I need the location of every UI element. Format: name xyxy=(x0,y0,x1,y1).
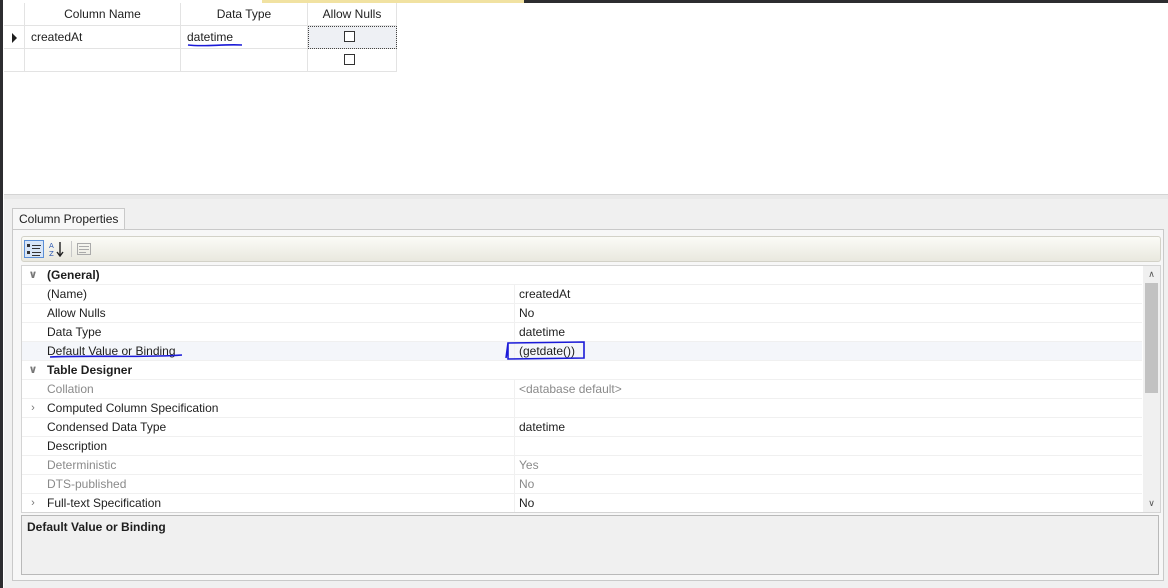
allow-nulls-header[interactable]: Allow Nulls xyxy=(308,3,397,26)
row-selector[interactable] xyxy=(4,49,25,72)
alphabetical-button[interactable]: A Z xyxy=(47,240,67,258)
category-label: (General) xyxy=(47,268,100,282)
property-row-condensed-type[interactable]: Condensed Data Type datetime xyxy=(22,418,1142,437)
default-value-input[interactable]: (getdate()) xyxy=(514,342,1142,361)
property-name: Computed Column Specification xyxy=(47,401,219,415)
property-name: Full-text Specification xyxy=(47,496,162,510)
property-name: Collation xyxy=(47,382,94,396)
property-name: Allow Nulls xyxy=(47,306,106,320)
tab-body: A Z ∨ (General) (Name) createdAt Allow N… xyxy=(12,229,1164,581)
description-title: Default Value or Binding xyxy=(27,520,166,534)
property-pages-button[interactable] xyxy=(74,240,94,258)
property-row-description[interactable]: Description xyxy=(22,437,1142,456)
property-row-name[interactable]: (Name) createdAt xyxy=(22,285,1142,304)
property-value[interactable]: Yes xyxy=(514,456,1142,475)
property-row-deterministic[interactable]: Deterministic Yes xyxy=(22,456,1142,475)
property-row-computed-column[interactable]: › Computed Column Specification xyxy=(22,399,1142,418)
property-grid: ∨ (General) (Name) createdAt Allow Nulls… xyxy=(21,265,1161,513)
property-row-allow-nulls[interactable]: Allow Nulls No xyxy=(22,304,1142,323)
chevron-down-icon[interactable]: ∨ xyxy=(26,266,40,285)
column-properties-panel: Column Properties A Z ∨ (General) (Name)… xyxy=(4,199,1168,588)
description-pane: Default Value or Binding xyxy=(21,515,1159,575)
categorized-button[interactable] xyxy=(24,240,44,258)
category-label: Table Designer xyxy=(47,363,133,377)
property-value[interactable]: <database default> xyxy=(514,380,1142,399)
data-type-cell[interactable] xyxy=(181,49,308,72)
property-row-full-text[interactable]: › Full-text Specification No xyxy=(22,494,1142,512)
window-left-edge xyxy=(0,0,3,588)
property-value[interactable] xyxy=(514,399,1142,418)
column-name-text xyxy=(25,53,31,67)
scroll-down-icon[interactable]: ∨ xyxy=(1143,495,1160,512)
property-name: DTS-published xyxy=(47,477,127,491)
svg-text:Z: Z xyxy=(49,250,54,257)
property-name: (Name) xyxy=(47,287,88,301)
property-value[interactable]: datetime xyxy=(514,323,1142,342)
chevron-right-icon[interactable]: › xyxy=(26,494,40,512)
properties-toolbar: A Z xyxy=(21,236,1161,262)
toolbar-separator xyxy=(71,241,72,257)
property-name: Condensed Data Type xyxy=(47,420,167,434)
property-name: Default Value or Binding xyxy=(47,344,176,358)
scrollbar-thumb[interactable] xyxy=(1145,283,1158,393)
property-value[interactable]: No xyxy=(514,304,1142,323)
allow-nulls-checkbox[interactable] xyxy=(344,31,355,42)
vertical-scrollbar[interactable]: ∧ ∨ xyxy=(1143,266,1160,512)
data-type-cell[interactable]: datetime xyxy=(181,26,308,49)
property-value[interactable] xyxy=(514,437,1142,456)
column-name-header[interactable]: Column Name xyxy=(25,3,181,26)
category-general[interactable]: ∨ (General) xyxy=(22,266,1142,285)
categorized-icon xyxy=(27,244,41,256)
tab-column-properties[interactable]: Column Properties xyxy=(12,208,126,230)
property-name: Data Type xyxy=(47,325,102,339)
data-type-text: datetime xyxy=(187,30,234,44)
property-pages-icon xyxy=(77,243,91,255)
chevron-down-icon[interactable]: ∨ xyxy=(26,361,40,380)
property-name: Description xyxy=(47,439,108,453)
column-name-text: createdAt xyxy=(31,30,83,44)
column-name-cell[interactable]: createdAt xyxy=(25,26,181,49)
allow-nulls-cell[interactable] xyxy=(308,26,397,49)
property-row-collation[interactable]: Collation <database default> xyxy=(22,380,1142,399)
alphabetical-sort-icon: A Z xyxy=(49,242,64,258)
current-row-icon xyxy=(12,33,17,43)
row-selector-header[interactable] xyxy=(4,3,25,26)
column-name-cell[interactable] xyxy=(25,49,181,72)
data-type-text xyxy=(181,53,187,67)
property-value[interactable]: datetime xyxy=(514,418,1142,437)
chevron-right-icon[interactable]: › xyxy=(26,399,40,418)
property-value[interactable]: createdAt xyxy=(514,285,1142,304)
allow-nulls-cell[interactable] xyxy=(308,49,397,72)
property-row-dts-published[interactable]: DTS-published No xyxy=(22,475,1142,494)
property-value[interactable]: No xyxy=(514,475,1142,494)
allow-nulls-checkbox[interactable] xyxy=(344,54,355,65)
svg-text:A: A xyxy=(49,242,54,250)
property-row-data-type[interactable]: Data Type datetime xyxy=(22,323,1142,342)
category-table-designer[interactable]: ∨ Table Designer xyxy=(22,361,1142,380)
data-type-header[interactable]: Data Type xyxy=(181,3,308,26)
property-row-default-value[interactable]: Default Value or Binding (getdate()) xyxy=(22,342,1142,361)
row-selector[interactable] xyxy=(4,26,25,49)
property-name: Deterministic xyxy=(47,458,117,472)
property-value[interactable]: No xyxy=(514,494,1142,512)
scroll-up-icon[interactable]: ∧ xyxy=(1143,266,1160,283)
